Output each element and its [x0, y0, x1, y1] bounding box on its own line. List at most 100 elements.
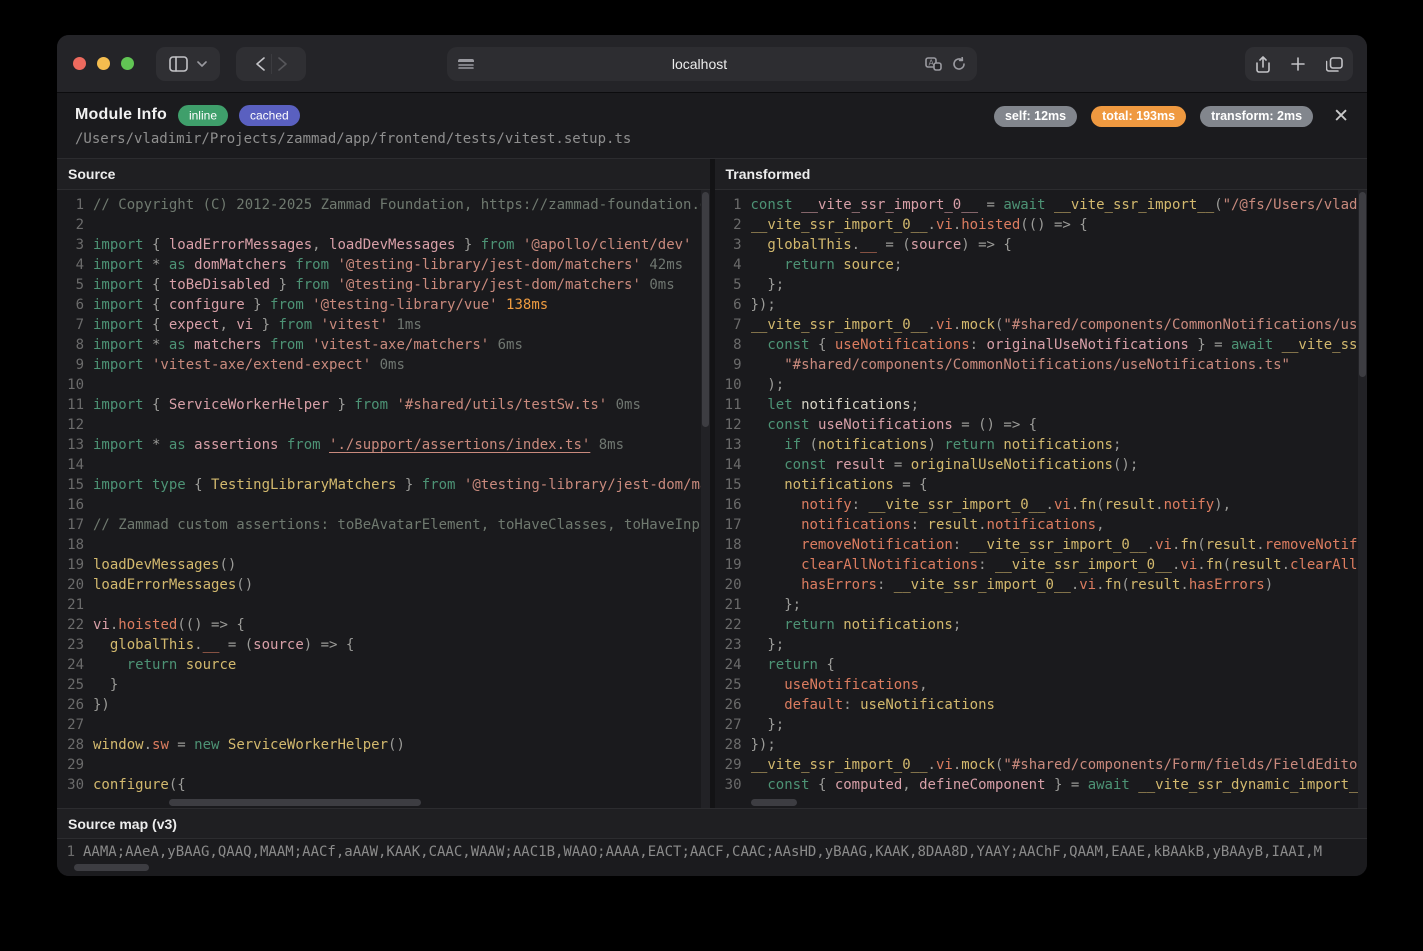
nav-buttons [236, 47, 306, 81]
transformed-vscroll-thumb[interactable] [1359, 192, 1366, 377]
browser-window: localhost A Module Info [57, 35, 1367, 876]
transformed-code-area: 1const __vite_ssr_import_0__ = await __v… [715, 190, 1368, 808]
source-hscroll-thumb[interactable] [169, 799, 421, 806]
sourcemap-section: Source map (v3) 1 AAMA;AAeA,yBAAG,QAAQ,M… [57, 808, 1367, 876]
code-line: 14 const result = originalUseNotificatio… [715, 455, 1368, 475]
code-line: 4import * as domMatchers from '@testing-… [57, 255, 710, 275]
code-line: 6import { configure } from '@testing-lib… [57, 295, 710, 315]
code-line: 15import type { TestingLibraryMatchers }… [57, 475, 710, 495]
address-bar[interactable]: localhost A [447, 47, 977, 81]
line-number: 9 [715, 355, 751, 375]
transformed-panel: Transformed 1const __vite_ssr_import_0__… [710, 159, 1368, 808]
code-line: 12 const useNotifications = () => { [715, 415, 1368, 435]
line-number: 29 [715, 755, 751, 775]
line-number: 23 [715, 635, 751, 655]
code-line: 6}); [715, 295, 1368, 315]
line-number: 5 [57, 275, 93, 295]
line-number: 6 [715, 295, 751, 315]
code-line: 16 [57, 495, 710, 515]
reader-icon[interactable] [458, 58, 474, 71]
code-line: 26}) [57, 695, 710, 715]
forward-button[interactable] [278, 57, 287, 71]
module-badge: cached [239, 105, 300, 126]
module-info-header: Module Info inlinecached self: 12mstotal… [57, 93, 1367, 158]
code-line: 11 let notifications; [715, 395, 1368, 415]
line-number: 14 [57, 455, 93, 475]
code-line: 30 const { computed, defineComponent } =… [715, 775, 1368, 795]
line-number: 2 [715, 215, 751, 235]
translate-icon[interactable]: A [925, 57, 942, 71]
code-line: 22vi.hoisted(() => { [57, 615, 710, 635]
line-number: 18 [715, 535, 751, 555]
line-number: 29 [57, 755, 93, 775]
line-number: 17 [715, 515, 751, 535]
line-number: 3 [57, 235, 93, 255]
back-button[interactable] [256, 57, 265, 71]
code-line: 12 [57, 415, 710, 435]
sourcemap-title: Source map (v3) [57, 809, 1367, 839]
module-badges: inlinecached [167, 106, 300, 124]
line-number: 26 [715, 695, 751, 715]
line-number: 30 [57, 775, 93, 795]
line-number: 13 [57, 435, 93, 455]
transformed-panel-title: Transformed [715, 159, 1368, 190]
sourcemap-line: 1 AAMA;AAeA,yBAAG,QAAQ,MAAM;AACf,aAAW,KA… [57, 839, 1367, 862]
code-line: 28window.sw = new ServiceWorkerHelper() [57, 735, 710, 755]
close-panel-button[interactable]: ✕ [1331, 107, 1351, 126]
sourcemap-hscroll-thumb[interactable] [74, 864, 149, 871]
transformed-hscroll-thumb[interactable] [751, 799, 797, 806]
line-number: 28 [57, 735, 93, 755]
source-vertical-scrollbar[interactable] [701, 190, 710, 808]
toolbar-actions [1245, 47, 1353, 81]
code-line: 13 if (notifications) return notificatio… [715, 435, 1368, 455]
new-tab-icon[interactable] [1291, 57, 1305, 71]
sidebar-toggle-button[interactable] [156, 47, 220, 81]
line-number: 19 [57, 555, 93, 575]
code-line: 10 [57, 375, 710, 395]
chevron-down-icon [197, 61, 207, 67]
code-line: 23 globalThis.__ = (source) => { [57, 635, 710, 655]
source-vscroll-thumb[interactable] [702, 192, 709, 427]
code-line: 3 globalThis.__ = (source) => { [715, 235, 1368, 255]
code-line: 13import * as assertions from './support… [57, 435, 710, 455]
timing-badge: total: 193ms [1091, 106, 1186, 127]
line-number: 4 [715, 255, 751, 275]
code-line: 16 notify: __vite_ssr_import_0__.vi.fn(r… [715, 495, 1368, 515]
module-link[interactable]: './support/assertions/index.ts' [329, 437, 590, 453]
code-line: 29__vite_ssr_import_0__.vi.mock("#shared… [715, 755, 1368, 775]
code-line: 4 return source; [715, 255, 1368, 275]
browser-toolbar: localhost A [57, 35, 1367, 93]
code-line: 19loadDevMessages() [57, 555, 710, 575]
sidebar-icon [169, 56, 188, 72]
code-line: 26 default: useNotifications [715, 695, 1368, 715]
code-line: 17// Zammad custom assertions: toBeAvata… [57, 515, 710, 535]
tab-overview-icon[interactable] [1326, 57, 1343, 72]
line-number: 28 [715, 735, 751, 755]
line-number: 15 [57, 475, 93, 495]
source-panel: Source 1// Copyright (C) 2012-2025 Zamma… [57, 159, 710, 808]
module-file-path: /Users/vladimir/Projects/zammad/app/fron… [75, 131, 1349, 147]
code-line: 14 [57, 455, 710, 475]
share-icon[interactable] [1256, 56, 1270, 73]
code-line: 28}); [715, 735, 1368, 755]
code-line: 20 hasErrors: __vite_ssr_import_0__.vi.f… [715, 575, 1368, 595]
url-text: localhost [474, 56, 925, 72]
zoom-window-button[interactable] [121, 57, 134, 70]
line-number: 15 [715, 475, 751, 495]
line-number: 10 [715, 375, 751, 395]
line-number: 2 [57, 215, 93, 235]
code-line: 25 } [57, 675, 710, 695]
minimize-window-button[interactable] [97, 57, 110, 70]
code-line: 24 return { [715, 655, 1368, 675]
transformed-vertical-scrollbar[interactable] [1358, 190, 1367, 808]
sourcemap-line-number: 1 [57, 842, 83, 862]
source-code-area: 1// Copyright (C) 2012-2025 Zammad Found… [57, 190, 710, 808]
close-window-button[interactable] [73, 57, 86, 70]
line-number: 11 [57, 395, 93, 415]
line-number: 24 [57, 655, 93, 675]
reload-icon[interactable] [952, 57, 966, 71]
line-number: 26 [57, 695, 93, 715]
source-panel-title: Source [57, 159, 710, 190]
line-number: 6 [57, 295, 93, 315]
code-line: 22 return notifications; [715, 615, 1368, 635]
